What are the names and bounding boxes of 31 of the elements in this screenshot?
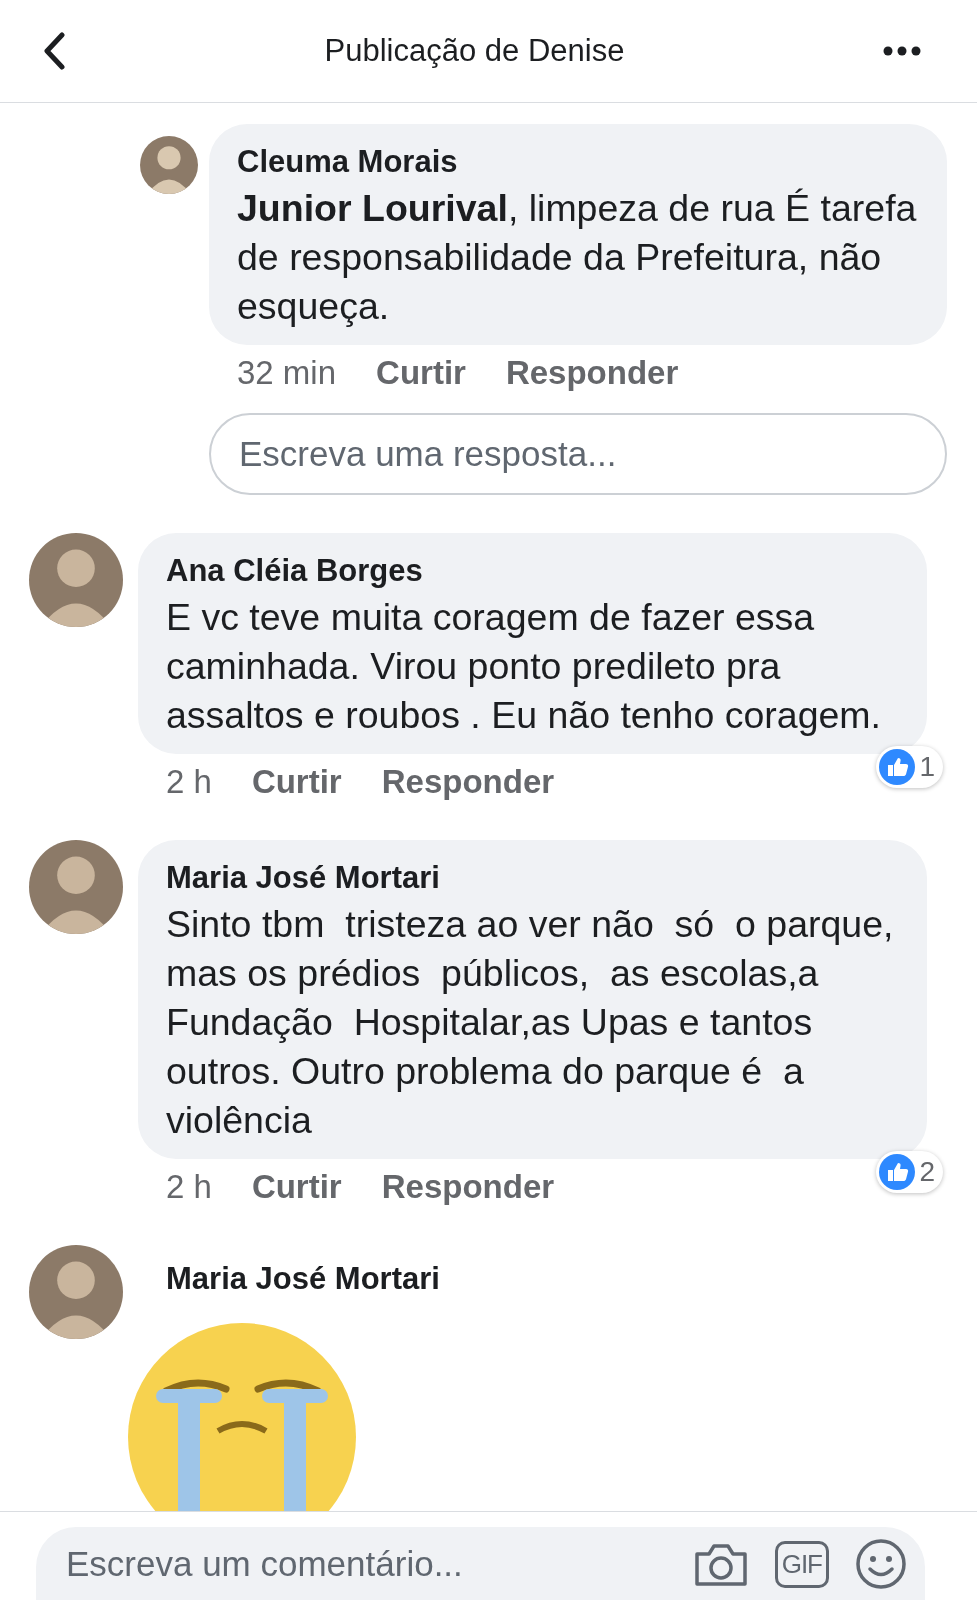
like-link[interactable]: Curtir (251, 763, 342, 801)
reply-link[interactable]: Responder (505, 354, 679, 392)
comment-time: 2 h (166, 763, 212, 801)
page-title: Publicação de Denise (324, 33, 625, 69)
comment-time: 2 h (166, 1168, 212, 1206)
avatar[interactable] (140, 136, 198, 194)
commenter-name[interactable]: Maria José Mortari (138, 1245, 927, 1297)
like-link[interactable]: Curtir (251, 1168, 342, 1206)
like-link[interactable]: Curtir (376, 354, 466, 392)
comment-text: Sinto tbm tristeza ao ver não só o parque, mas os prédios públicos, as escolas,a Fundação Hospitalar,as Upas e tantos outros. Outro problema do parque é a violência (166, 902, 895, 1143)
like-reaction-icon (879, 1154, 916, 1190)
reaction-badge[interactable]: 2 (876, 1151, 943, 1193)
commenter-name[interactable]: Maria José Mortari (166, 860, 899, 896)
commenter-name[interactable]: Ana Cléia Borges (166, 553, 899, 589)
comment-composer[interactable]: Escreva um comentário... GIF (36, 1527, 925, 1600)
reaction-badge[interactable]: 1 (876, 746, 943, 788)
back-icon[interactable] (42, 32, 66, 70)
more-icon[interactable] (883, 46, 921, 56)
comment-text: E vc teve muita coragem de fazer essa caminhada. Virou ponto predileto pra assaltos e roubos . Eu não tenho coragem. (166, 595, 883, 738)
comment-text: Junior Lourival, limpeza de rua É tarefa de responsabilidade da Prefeitura, não esqueça. (237, 186, 918, 329)
comment-time: 32 min (237, 354, 337, 392)
comment-field[interactable]: Escreva um comentário... (64, 1543, 667, 1585)
smiley-icon[interactable] (855, 1538, 907, 1590)
reply-link[interactable]: Responder (381, 1168, 555, 1206)
commenter-name[interactable]: Cleuma Morais (237, 144, 919, 180)
reaction-count: 1 (919, 751, 935, 783)
reply-link[interactable]: Responder (381, 763, 555, 801)
gif-button[interactable]: GIF (774, 1540, 829, 1588)
reaction-count: 2 (919, 1156, 935, 1188)
reply-field[interactable]: Escreva uma resposta... (209, 413, 947, 495)
like-reaction-icon (879, 749, 916, 785)
